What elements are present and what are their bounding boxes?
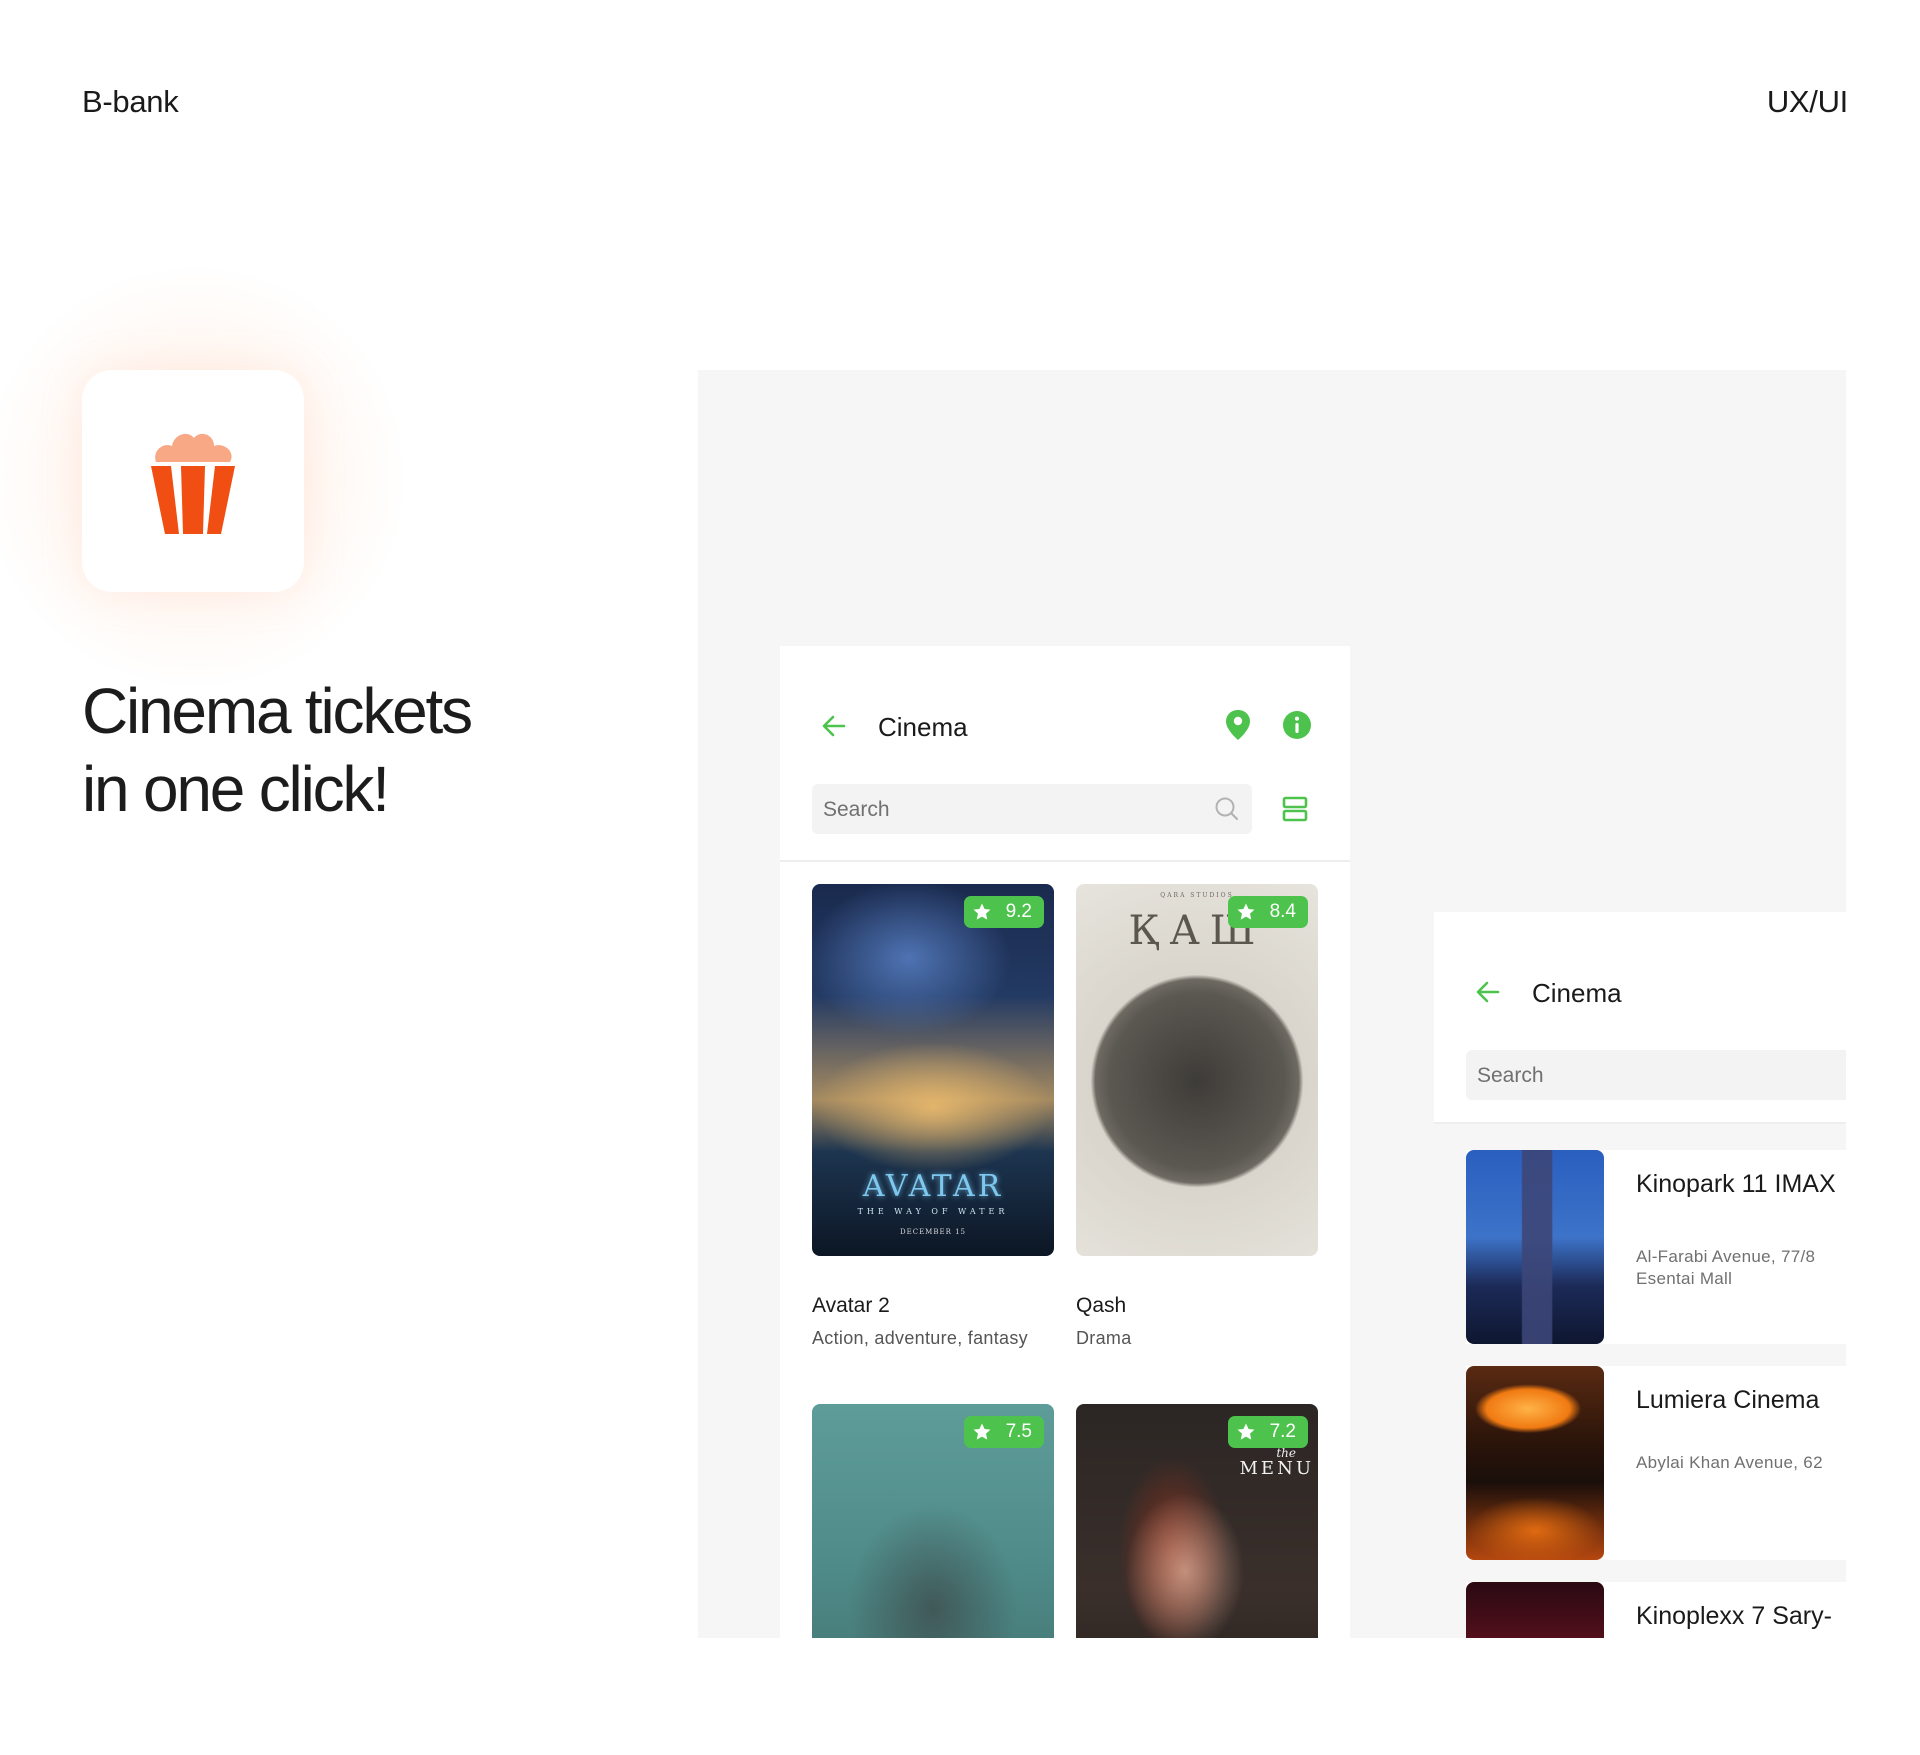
search-input[interactable]: Search <box>812 784 1252 834</box>
cinema-photo <box>1466 1150 1604 1344</box>
rating-badge: 7.2 <box>1227 1416 1308 1448</box>
movie-poster: 7.5 <box>812 1404 1054 1638</box>
star-icon <box>1237 903 1255 920</box>
rating-badge: 7.5 <box>963 1416 1044 1448</box>
popcorn-icon <box>151 433 235 534</box>
cinema-address-line: Al-Farabi Avenue, 77/8 <box>1636 1247 1816 1266</box>
app-icon-tile <box>82 370 304 592</box>
location-pin-icon[interactable] <box>1224 708 1252 742</box>
info-icon[interactable] <box>1282 710 1312 740</box>
movie-genre: Drama <box>1076 1328 1132 1348</box>
rating-value: 7.5 <box>1005 1421 1032 1442</box>
cinema-address: Al-Farabi Avenue, 77/8 Esentai Mall <box>1636 1246 1815 1290</box>
movie-poster: the MENU 7.2 <box>1076 1404 1318 1638</box>
movie-poster: AVATAR THE WAY OF WATER DECEMBER 15 9.2 <box>812 884 1054 1256</box>
screen-title: Cinema <box>1532 978 1622 1008</box>
movies-header: Cinema Search <box>780 646 1350 862</box>
cinema-address: Abylai Khan Avenue, 62 <box>1636 1452 1823 1474</box>
cinema-list-item[interactable]: Lumiera Cinema Abylai Khan Avenue, 62 <box>1466 1366 1846 1560</box>
poster-date-text: DECEMBER 15 <box>899 1228 966 1236</box>
search-input[interactable]: Search <box>1466 1050 1846 1100</box>
movie-card[interactable]: AVATAR THE WAY OF WATER DECEMBER 15 9.2 … <box>812 884 1054 1349</box>
search-icon[interactable] <box>1214 796 1240 822</box>
cinema-address-line: Abylai Khan Avenue, 62 <box>1636 1453 1823 1472</box>
poster-title-text: AVATAR <box>862 1169 1004 1204</box>
movie-card[interactable]: 7.5 <box>812 1404 1054 1638</box>
rating-value: 8.4 <box>1269 901 1296 922</box>
headline-line-1: Cinema tickets <box>82 675 473 747</box>
movies-screen: Cinema Search AVATAR THE WAY OF WATER DE… <box>780 646 1350 1638</box>
screen-title: Cinema <box>878 712 968 742</box>
poster-subtitle-text: THE WAY OF WATER <box>857 1207 1009 1216</box>
cinema-list-item[interactable]: Kinopark 11 IMAX Al-Farabi Avenue, 77/8 … <box>1466 1150 1846 1344</box>
movie-card[interactable]: the MENU 7.2 <box>1076 1404 1318 1638</box>
back-arrow-icon[interactable] <box>1474 978 1502 1006</box>
rating-value: 7.2 <box>1269 1421 1296 1442</box>
cinemas-screen: Cinema Search Kinopark 11 IMAX Al-Farabi… <box>1434 912 1846 1638</box>
discipline-tag: UX/UI <box>1766 84 1848 119</box>
movie-card[interactable]: QARA STUDIOS ҚАШ 8.4 Qash Drama <box>1076 884 1318 1349</box>
rating-value: 9.2 <box>1005 901 1032 922</box>
search-placeholder: Search <box>1477 1064 1544 1087</box>
movie-title: Avatar 2 <box>812 1294 890 1317</box>
headline-line-2: in one click! <box>82 753 390 825</box>
search-placeholder: Search <box>823 798 890 821</box>
cinema-list-item[interactable]: Kinoplexx 7 Sary- <box>1466 1582 1846 1638</box>
cinema-photo <box>1466 1582 1604 1638</box>
movie-title: Qash <box>1076 1294 1127 1317</box>
cinemas-header: Cinema Search <box>1434 912 1846 1124</box>
movie-poster: QARA STUDIOS ҚАШ 8.4 <box>1076 884 1318 1256</box>
cinema-photo <box>1466 1366 1604 1560</box>
rating-badge: 8.4 <box>1227 896 1308 928</box>
cinema-name: Kinopark 11 IMAX <box>1636 1170 1836 1198</box>
list-view-icon[interactable] <box>1282 796 1308 822</box>
star-icon <box>1237 1423 1255 1440</box>
cinema-address-line: Esentai Mall <box>1636 1269 1733 1288</box>
star-icon <box>973 903 991 920</box>
star-icon <box>973 1423 991 1440</box>
cinema-name: Kinoplexx 7 Sary- <box>1636 1602 1832 1630</box>
cinema-name: Lumiera Cinema <box>1636 1386 1820 1414</box>
rating-badge: 9.2 <box>963 896 1044 928</box>
back-arrow-icon[interactable] <box>820 712 848 740</box>
brand-label: B-bank <box>82 84 179 119</box>
poster-title-text: MENU <box>1239 1458 1314 1479</box>
mockup-canvas: Cinema Search AVATAR THE WAY OF WATER DE… <box>698 370 1846 1638</box>
movie-genre: Action, adventure, fantasy <box>812 1328 1028 1348</box>
hero-headline: Cinema tickets in one click! <box>82 672 473 828</box>
